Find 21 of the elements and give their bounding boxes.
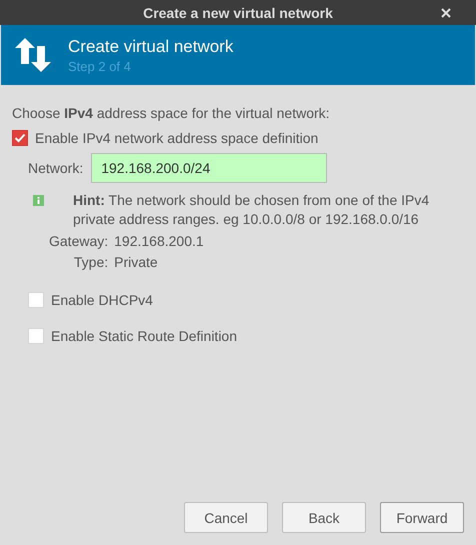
dialog-button[interactable]: Forward [380, 502, 464, 533]
window-title: Create a new virtual network [143, 4, 333, 20]
detail-label: Type: [72, 254, 108, 270]
checkbox[interactable] [12, 130, 28, 146]
detail-label: Gateway: [49, 233, 108, 249]
header-title: Create virtual network [68, 36, 234, 56]
transfer-arrows-icon [15, 38, 51, 72]
detail-value: 192.168.200.1 [114, 233, 204, 249]
dialog-button[interactable]: Back [282, 502, 366, 533]
dialog-button[interactable]: Cancel [184, 502, 268, 533]
checkbox-label[interactable]: Enable DHCPv4 [51, 292, 153, 308]
field-label: Network: [28, 160, 84, 176]
close-icon[interactable] [441, 8, 451, 18]
checkbox-label[interactable]: Enable Static Route Definition [51, 328, 237, 344]
network-field[interactable]: 192.168.200.0/24 [91, 153, 328, 183]
hint-text: Hint: The network should be chosen from one of the IPv4 private address ranges. eg 10.0.0.0/8 or 192.168.0.0/16 [73, 191, 430, 229]
detail-value: Private [114, 254, 159, 270]
prompt-text: Choose IPv4 address space for the virtual network: [12, 105, 330, 121]
step-indicator: Step 2 of 4 [68, 58, 132, 74]
checkbox-label[interactable]: Enable IPv4 network address space definition [35, 130, 318, 146]
info-icon [33, 195, 44, 206]
